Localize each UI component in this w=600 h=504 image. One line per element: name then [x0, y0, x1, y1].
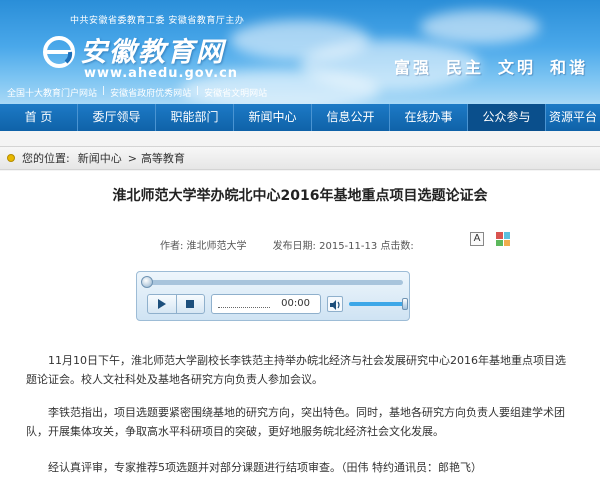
article: 淮北师范大学举办皖北中心2016年基地重点项目选题论证会 作者: 淮北师范大学 …	[0, 171, 600, 504]
speaker-icon	[330, 300, 340, 310]
color-theme-icon[interactable]	[496, 232, 510, 246]
play-button[interactable]	[148, 295, 176, 313]
location-dot-icon	[7, 154, 15, 162]
article-date: 发布日期: 2015-11-13 点击数:	[272, 241, 414, 252]
main-nav: 首 页 委厅领导 职能部门 新闻中心 信息公开 在线办事 公众参与 资源平台	[0, 104, 600, 131]
sponsor-text: 中共安徽省委教育工委 安徽省教育厅主办	[70, 16, 245, 26]
volume-button[interactable]	[327, 296, 343, 312]
breadcrumb-separator: >	[127, 151, 137, 165]
seek-bar[interactable]	[141, 276, 403, 288]
honor-link-3[interactable]: 安徽省文明网站	[204, 86, 267, 99]
nav-item-public[interactable]: 公众参与	[468, 104, 546, 131]
font-size-button[interactable]: A	[470, 232, 484, 246]
honor-links: 全国十大教育门户网站 | 安徽省政府优秀网站 | 安徽省文明网站	[7, 86, 267, 99]
honor-separator: |	[196, 86, 200, 96]
breadcrumb-prefix: 您的位置:	[22, 152, 70, 165]
banner-cloud	[420, 10, 540, 44]
slogan-2: 民主	[445, 58, 484, 77]
article-paragraph-3: 经认真评审，专家推荐5项选题并对部分课题进行结项审查。（田伟 特约通讯员：郎艳飞…	[48, 461, 482, 474]
article-title: 淮北师范大学举办皖北中心2016年基地重点项目选题论证会	[112, 188, 488, 204]
site-logo-text[interactable]: 安徽教育网	[80, 30, 225, 69]
nav-item-disclosure[interactable]: 信息公开	[312, 104, 390, 131]
slogan-4: 和谐	[549, 58, 588, 77]
article-meta: 作者: 淮北师范大学 发布日期: 2015-11-13 点击数:	[160, 237, 414, 252]
breadcrumb: 您的位置: 新闻中心 > 高等教育	[0, 146, 600, 170]
honor-link-1[interactable]: 全国十大教育门户网站	[7, 86, 97, 99]
player-controls	[147, 294, 205, 314]
audio-player: 00:00	[136, 271, 410, 321]
slogan-3: 文明	[497, 58, 536, 77]
time-track	[218, 307, 270, 308]
stop-icon	[186, 300, 195, 308]
site-banner: 中共安徽省委教育工委 安徽省教育厅主办 安徽教育网 www.ahedu.gov.…	[0, 0, 600, 104]
nav-item-resources[interactable]: 资源平台	[546, 104, 600, 131]
nav-item-online-services[interactable]: 在线办事	[390, 104, 468, 131]
volume-slider[interactable]	[349, 298, 408, 310]
article-author: 作者: 淮北师范大学	[160, 241, 247, 252]
time-display: 00:00	[211, 294, 321, 314]
article-paragraph-1: 11月10日下午，淮北师范大学副校长李铁范主持举办皖北经济与社会发展研究中心20…	[26, 354, 566, 386]
slogan-group: 富强 民主 文明 和谐	[394, 54, 588, 78]
honor-separator: |	[102, 86, 106, 96]
nav-item-home[interactable]: 首 页	[0, 104, 78, 131]
honor-link-2[interactable]: 安徽省政府优秀网站	[110, 86, 191, 99]
nav-item-departments[interactable]: 职能部门	[156, 104, 234, 131]
slogan-1: 富强	[393, 58, 432, 77]
play-icon	[157, 299, 166, 309]
nav-item-leaders[interactable]: 委厅领导	[78, 104, 156, 131]
nav-item-news[interactable]: 新闻中心	[234, 104, 312, 131]
seek-handle[interactable]	[141, 276, 153, 288]
site-logo-icon[interactable]	[40, 32, 78, 70]
time-text: 00:00	[281, 298, 310, 309]
breadcrumb-item-news[interactable]: 新闻中心	[78, 150, 122, 166]
article-paragraph-2: 李铁范指出，项目选题要紧密围绕基地的研究方向，突出特色。同时，基地各研究方向负责…	[26, 406, 565, 438]
breadcrumb-item-higher-ed[interactable]: 高等教育	[141, 150, 185, 166]
stop-button[interactable]	[175, 295, 204, 313]
site-url: www.ahedu.gov.cn	[84, 66, 239, 81]
volume-handle[interactable]	[402, 298, 408, 310]
